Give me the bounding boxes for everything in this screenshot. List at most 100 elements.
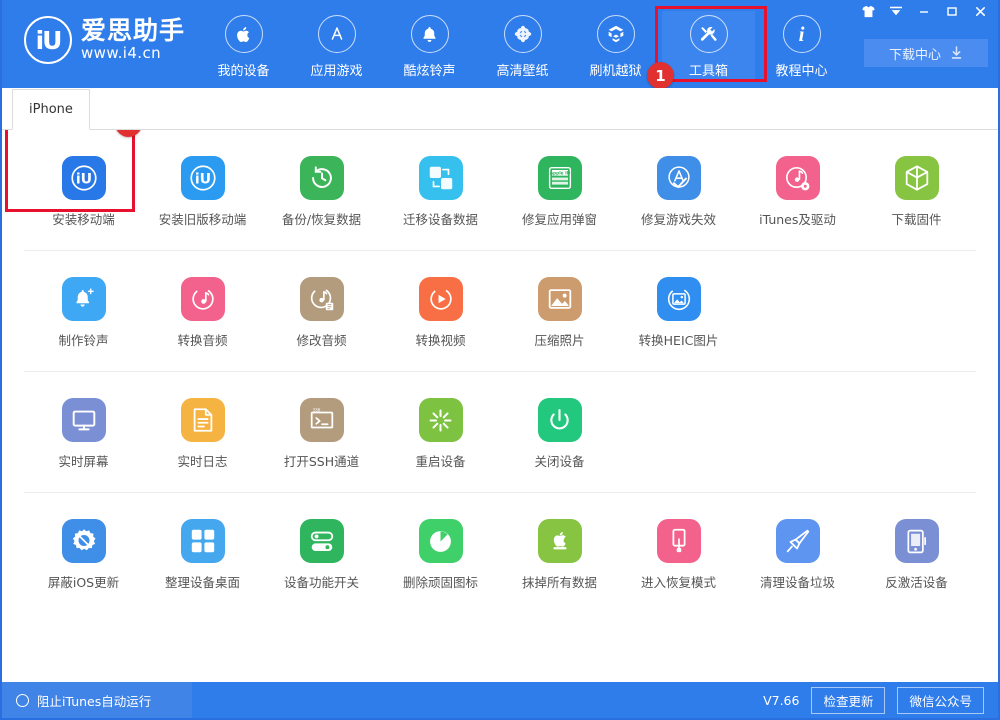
feature-toggle-icon: [300, 519, 344, 563]
skin-icon[interactable]: [854, 0, 882, 22]
download-center-button[interactable]: 下载中心: [864, 39, 988, 67]
nav-item-apps-games[interactable]: 应用游戏: [290, 11, 383, 79]
audio-edit-icon: [300, 277, 344, 321]
minimize-icon[interactable]: [910, 0, 938, 22]
deactivate-icon: [895, 519, 939, 563]
tool-convert-video[interactable]: 转换视频: [381, 277, 500, 349]
nav-label: 刷机越狱: [589, 60, 641, 79]
tool-clean-junk[interactable]: 清理设备垃圾: [738, 519, 857, 591]
tool-open-ssh[interactable]: SSH 打开SSH通道: [262, 398, 381, 470]
tool-label: 删除顽固图标: [403, 572, 478, 591]
tool-convert-audio[interactable]: 转换音频: [143, 277, 262, 349]
tool-label: 实时日志: [177, 451, 227, 470]
tool-live-screen[interactable]: 实时屏幕: [24, 398, 143, 470]
nav-label: 高清壁纸: [496, 60, 548, 79]
tool-label: 打开SSH通道: [284, 451, 359, 470]
brand-url: www.i4.cn: [81, 46, 185, 62]
nav-item-ringtones[interactable]: 酷炫铃声: [383, 11, 476, 79]
download-center-label: 下载中心: [889, 44, 941, 63]
tool-label: 屏蔽iOS更新: [48, 572, 119, 591]
tool-convert-heic[interactable]: 转换HEIC图片: [619, 277, 738, 349]
device-tabstrip: iPhone: [2, 88, 998, 130]
tool-label: 压缩照片: [534, 330, 584, 349]
tool-live-log[interactable]: 实时日志: [143, 398, 262, 470]
tool-row: 实时屏幕 实时日志 SSH: [24, 372, 976, 493]
backup-restore-icon: [300, 156, 344, 200]
bell-icon: [411, 15, 449, 53]
photo-compress-icon: [538, 277, 582, 321]
tool-row: 屏蔽iOS更新 整理设备桌面: [24, 493, 976, 613]
tool-fix-app-popup[interactable]: Apple ID 修复应用弹窗: [500, 156, 619, 228]
nav-item-wallpapers[interactable]: 高清壁纸: [476, 11, 569, 79]
appstore-check-icon: [657, 156, 701, 200]
block-itunes-label: 阻止iTunes自动运行: [37, 691, 151, 710]
tool-label: 迁移设备数据: [403, 209, 478, 228]
version-label: V7.66: [763, 693, 799, 708]
nav-label: 我的设备: [217, 60, 269, 79]
migrate-data-icon: [419, 156, 463, 200]
main-nav: 我的设备 应用游戏 酷炫铃声: [197, 0, 848, 79]
nav-item-my-device[interactable]: 我的设备: [197, 11, 290, 79]
tool-label: 制作铃声: [58, 330, 108, 349]
tool-label: 修改音频: [296, 330, 346, 349]
tool-backup-restore[interactable]: 备份/恢复数据: [262, 156, 381, 228]
tool-label: 转换HEIC图片: [639, 330, 719, 349]
tool-edit-audio[interactable]: 修改音频: [262, 277, 381, 349]
live-screen-icon: [62, 398, 106, 442]
tool-make-ringtone[interactable]: 制作铃声: [24, 277, 143, 349]
tool-label: 设备功能开关: [284, 572, 359, 591]
tool-reboot-device[interactable]: 重启设备: [381, 398, 500, 470]
audio-convert-icon: [181, 277, 225, 321]
i4-app-icon: iU: [62, 156, 106, 200]
tool-download-firmware[interactable]: 下载固件: [857, 156, 976, 228]
menu-dropdown-icon[interactable]: [882, 0, 910, 22]
tool-fix-game[interactable]: 修复游戏失效: [619, 156, 738, 228]
tool-power-off-device[interactable]: 关闭设备: [500, 398, 619, 470]
tool-erase-all-data[interactable]: 抹掉所有数据: [500, 519, 619, 591]
tab-label: iPhone: [29, 102, 73, 117]
check-update-button[interactable]: 检查更新: [811, 687, 885, 714]
ringtone-make-icon: [62, 277, 106, 321]
app-window: iU 爱思助手 www.i4.cn 我的设备 应用游戏: [0, 0, 1000, 720]
wechat-official-button[interactable]: 微信公众号: [897, 687, 984, 714]
block-itunes-option[interactable]: 阻止iTunes自动运行: [2, 682, 192, 718]
tool-block-ios-update[interactable]: 屏蔽iOS更新: [24, 519, 143, 591]
svg-text:iU: iU: [75, 172, 91, 188]
tool-feature-toggle[interactable]: 设备功能开关: [262, 519, 381, 591]
radio-icon[interactable]: [16, 694, 29, 707]
tool-install-mobile[interactable]: iU 安装移动端: [24, 156, 143, 228]
tool-label: 抹掉所有数据: [522, 572, 597, 591]
firmware-box-icon: [895, 156, 939, 200]
tab-iphone[interactable]: iPhone: [12, 89, 90, 130]
ssh-terminal-icon: SSH: [300, 398, 344, 442]
nav-item-tutorials[interactable]: i 教程中心: [755, 11, 848, 79]
tool-label: 安装旧版移动端: [159, 209, 247, 228]
tool-remove-stubborn-icon[interactable]: 删除顽固图标: [381, 519, 500, 591]
tool-label: 安装移动端: [52, 209, 115, 228]
tool-compress-photo[interactable]: 压缩照片: [500, 277, 619, 349]
maximize-icon[interactable]: [938, 0, 966, 22]
tool-install-old-mobile[interactable]: iU 安装旧版移动端: [143, 156, 262, 228]
recovery-mode-icon: [657, 519, 701, 563]
tool-migrate-data[interactable]: 迁移设备数据: [381, 156, 500, 228]
tool-arrange-home-screen[interactable]: 整理设备桌面: [143, 519, 262, 591]
close-icon[interactable]: [966, 0, 994, 22]
live-log-icon: [181, 398, 225, 442]
app-header: iU 爱思助手 www.i4.cn 我的设备 应用游戏: [2, 0, 998, 88]
nav-item-toolbox[interactable]: 工具箱: [662, 11, 755, 79]
tool-recovery-mode[interactable]: 进入恢复模式: [619, 519, 738, 591]
tool-label: 修复游戏失效: [641, 209, 716, 228]
tool-label: 进入恢复模式: [641, 572, 716, 591]
tools-icon: [690, 15, 728, 53]
appstore-icon: [318, 15, 356, 53]
tool-itunes-driver[interactable]: iTunes及驱动: [738, 156, 857, 228]
box-open-icon: [597, 15, 635, 53]
tool-deactivate-device[interactable]: 反激活设备: [857, 519, 976, 591]
tool-label: 下载固件: [891, 209, 941, 228]
tool-label: iTunes及驱动: [759, 209, 836, 228]
tool-label: 关闭设备: [534, 451, 584, 470]
block-update-icon: [62, 519, 106, 563]
video-convert-icon: [419, 277, 463, 321]
appleid-card-icon: Apple ID: [538, 156, 582, 200]
clean-junk-icon: [776, 519, 820, 563]
